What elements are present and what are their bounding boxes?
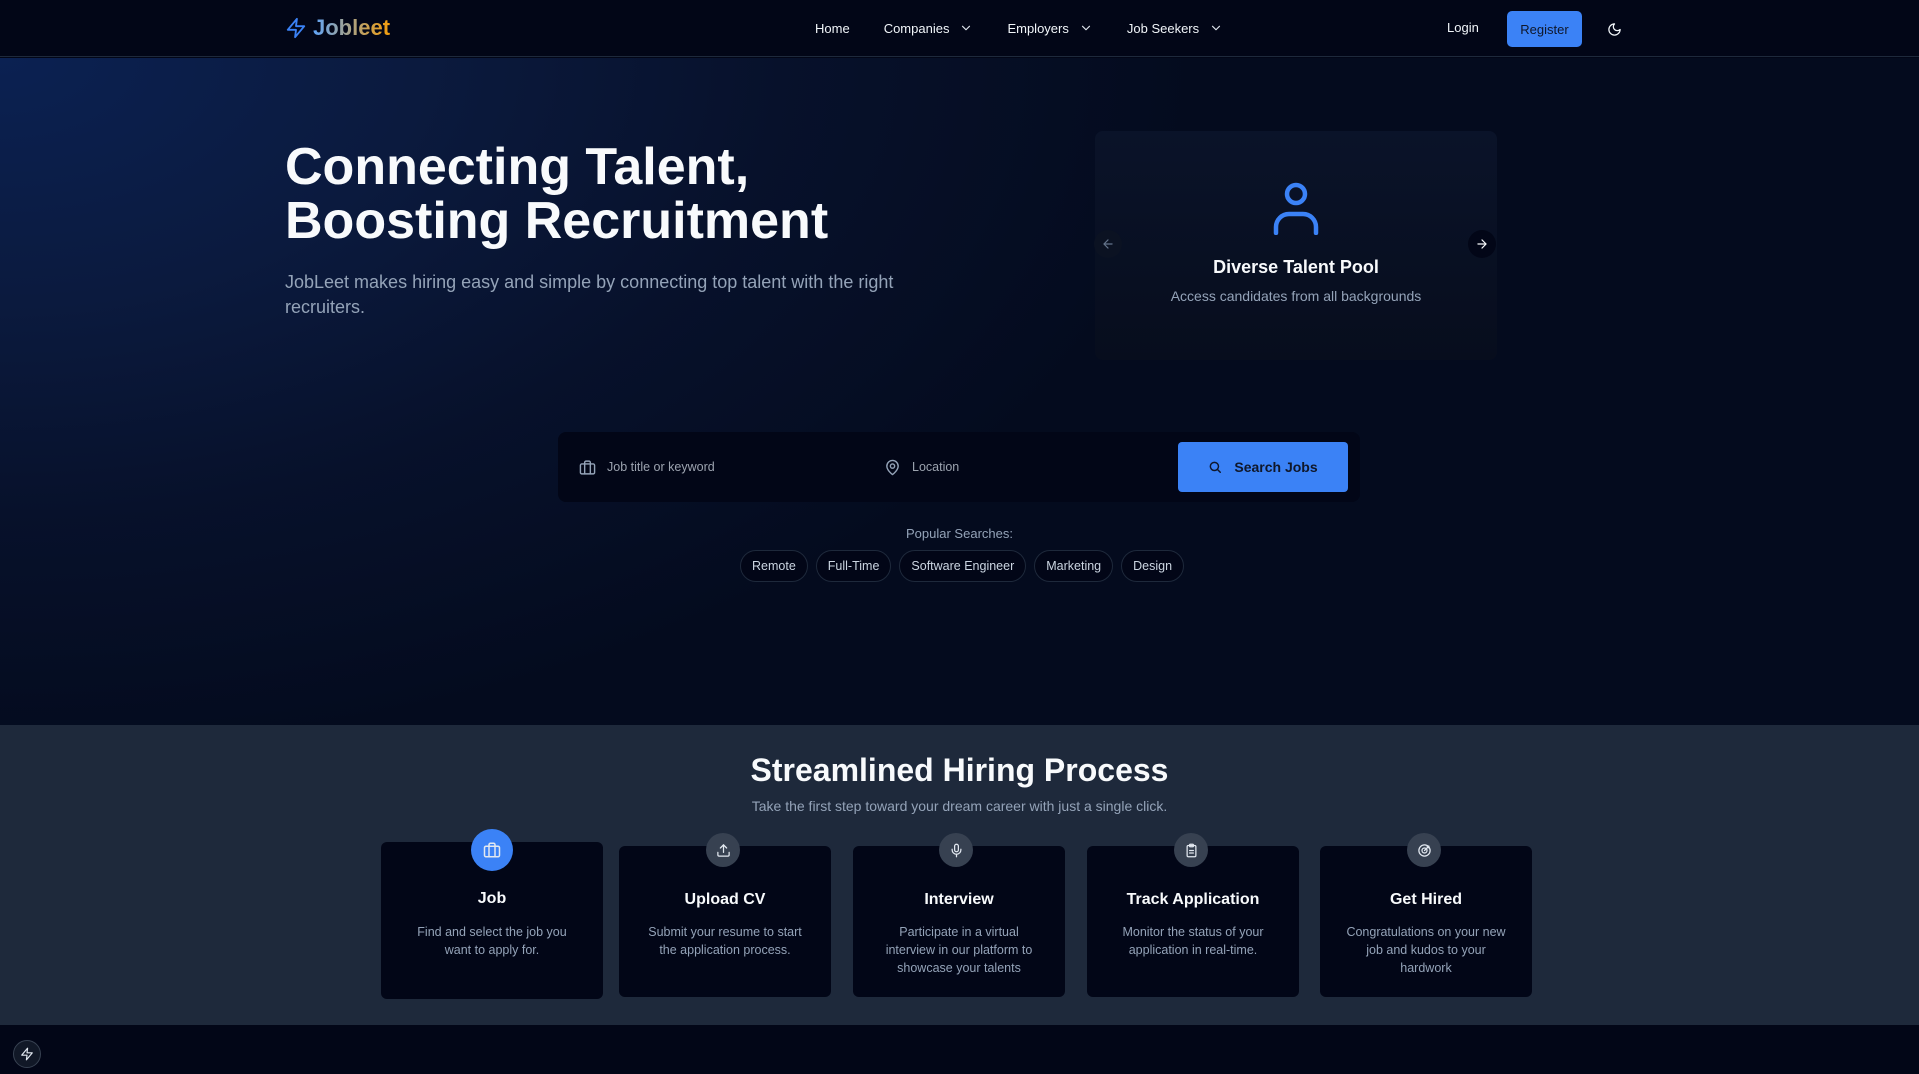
carousel-slide-title: Diverse Talent Pool: [1213, 257, 1379, 277]
lightning-bolt-icon: [20, 1047, 34, 1061]
hero-section: Connecting Talent, Boosting Recruitment …: [0, 58, 1919, 725]
tag-remote[interactable]: Remote: [740, 550, 808, 582]
arrow-right-icon: [1475, 237, 1489, 251]
tag-marketing[interactable]: Marketing: [1034, 550, 1114, 582]
process-subtitle: Take the first step toward your dream ca…: [751, 798, 1168, 814]
search-icon: [1208, 460, 1222, 474]
job-keyword-input[interactable]: Job title or keyword: [579, 448, 849, 486]
nav-home[interactable]: Home: [815, 21, 850, 36]
nav-employers[interactable]: Employers: [1007, 21, 1092, 36]
hero-title-line2: Boosting Recruitment: [285, 192, 829, 250]
map-pin-icon: [884, 459, 901, 476]
job-keyword-placeholder: Job title or keyword: [607, 460, 715, 474]
step-description: Submit your resume to start the applicat…: [648, 925, 802, 957]
briefcase-icon: [471, 829, 513, 871]
feature-carousel: Diverse Talent Pool Access candidates fr…: [1094, 131, 1497, 360]
step-card-interview[interactable]: Interview Participate in a virtual inter…: [853, 833, 1065, 997]
nav-companies[interactable]: Companies: [884, 21, 974, 36]
chevron-down-icon: [1079, 21, 1093, 35]
hero-title-line1: Connecting Talent,: [285, 138, 750, 196]
brand-logo[interactable]: Jobleet: [285, 15, 390, 41]
login-link[interactable]: Login: [1447, 20, 1479, 35]
nav-home-label: Home: [815, 20, 850, 36]
step-title: Upload CV: [684, 891, 766, 908]
lightning-bolt-icon: [285, 17, 307, 39]
search-jobs-button[interactable]: Search Jobs: [1178, 442, 1348, 492]
nav-companies-label: Companies: [883, 20, 950, 36]
chevron-down-icon: [959, 21, 973, 35]
brand-name: Jobleet: [313, 15, 391, 40]
popular-searches-label: Popular Searches:: [906, 526, 1013, 541]
chevron-down-icon: [1209, 21, 1223, 35]
register-button[interactable]: Register: [1507, 11, 1582, 47]
tag-software-engineer[interactable]: Software Engineer: [899, 550, 1027, 582]
tag-full-time[interactable]: Full-Time: [815, 550, 892, 582]
step-title: Get Hired: [1389, 891, 1462, 908]
location-placeholder: Location: [912, 460, 960, 474]
main-nav: Home Companies Employers Job Seekers: [815, 17, 1223, 39]
process-title: Streamlined Hiring Process: [750, 752, 1169, 788]
briefcase-icon: [579, 459, 596, 476]
location-input[interactable]: Location: [884, 448, 1154, 486]
job-search-bar: Job title or keyword Location Search Job…: [558, 432, 1360, 502]
tag-design[interactable]: Design: [1121, 550, 1185, 582]
step-title: Job: [477, 890, 507, 907]
arrow-left-icon: [1101, 237, 1115, 251]
step-card-job[interactable]: Job Find and select the job you want to …: [381, 829, 603, 999]
hero-title: Connecting Talent, Boosting Recruitment: [285, 140, 985, 248]
step-card-upload-cv[interactable]: Upload CV Submit your resume to start th…: [619, 833, 831, 997]
step-description: Congratulations on your new job and kudo…: [1346, 925, 1506, 975]
upload-icon: [706, 833, 740, 867]
microphone-icon: [939, 833, 973, 867]
step-description: Participate in a virtual interview in ou…: [885, 925, 1033, 975]
hiring-process-section: Streamlined Hiring Process Take the firs…: [0, 725, 1919, 1025]
nav-job-seekers-label: Job Seekers: [1126, 20, 1200, 36]
step-description: Monitor the status of your application i…: [1122, 925, 1264, 957]
popular-search-tags: Remote Full-Time Software Engineer Marke…: [740, 550, 1185, 582]
nav-job-seekers[interactable]: Job Seekers: [1127, 21, 1223, 36]
step-title: Interview: [924, 891, 994, 908]
hero-subtitle: JobLeet makes hiring easy and simple by …: [285, 272, 894, 317]
target-icon: [1407, 833, 1441, 867]
search-jobs-label: Search Jobs: [1234, 459, 1318, 475]
step-title: Track Application: [1126, 891, 1260, 908]
step-card-get-hired[interactable]: Get Hired Congratulations on your new jo…: [1320, 833, 1532, 997]
moon-icon: [1607, 22, 1622, 37]
navbar: Jobleet Home Companies Employers Job See…: [0, 0, 1919, 57]
step-description: Find and select the job you want to appl…: [417, 925, 567, 957]
carousel-prev-button[interactable]: [1094, 230, 1122, 258]
step-card-track-application[interactable]: Track Application Monitor the status of …: [1087, 833, 1299, 997]
floating-action-button[interactable]: [13, 1040, 41, 1068]
carousel-next-button[interactable]: [1468, 230, 1496, 258]
carousel-slide-description: Access candidates from all backgrounds: [1170, 288, 1422, 304]
clipboard-icon: [1174, 833, 1208, 867]
nav-employers-label: Employers: [1007, 20, 1069, 36]
user-icon: [1271, 181, 1321, 235]
footer-strip: [0, 1025, 1919, 1074]
theme-toggle[interactable]: [1604, 19, 1624, 39]
